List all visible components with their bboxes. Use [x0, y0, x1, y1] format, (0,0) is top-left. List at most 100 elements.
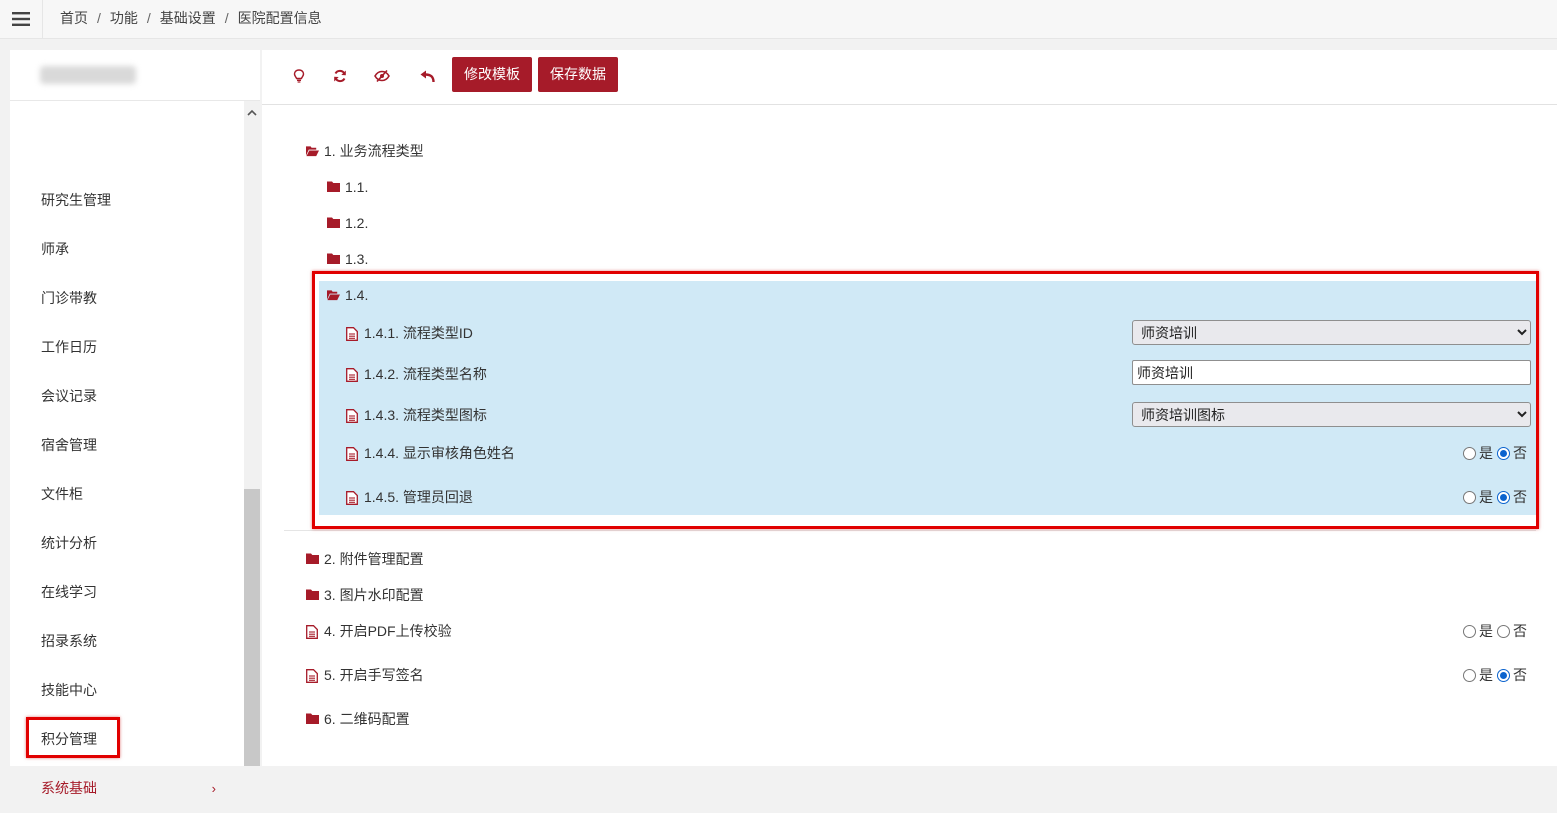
- file-icon: [306, 624, 319, 639]
- tree-node-label: 1.4.4. 显示审核角色姓名: [364, 445, 515, 461]
- radio-no-label: 否: [1513, 623, 1527, 639]
- tree-node-1-1[interactable]: 1.1.: [327, 176, 368, 198]
- hint-button[interactable]: [288, 65, 310, 87]
- radio-no-label: 否: [1513, 667, 1527, 683]
- sidebar-item-dormitory[interactable]: 宿舍管理: [10, 421, 244, 470]
- tree-node-label: 1.2.: [345, 215, 369, 231]
- folder-icon: [306, 589, 319, 602]
- radio-yes[interactable]: [1463, 490, 1476, 504]
- radio-no[interactable]: [1497, 668, 1510, 682]
- scroll-up-arrow[interactable]: [244, 105, 260, 119]
- tree-node-admin-rollback: 1.4.5. 管理员回退: [346, 486, 473, 508]
- tree-node-label: 6. 二维码配置: [324, 711, 410, 727]
- file-icon: [306, 668, 319, 683]
- tree-node-1-4[interactable]: 1.4.: [327, 284, 368, 306]
- tree-node-label: 5. 开启手写签名: [324, 667, 424, 683]
- process-type-name-input[interactable]: [1132, 360, 1531, 385]
- sidebar-menu: 研究生管理 师承 门诊带教 工作日历 会议记录 宿舍管理 文件柜 统计分析 在线…: [10, 101, 244, 796]
- tree-node-label: 1.4.3. 流程类型图标: [364, 407, 487, 423]
- folder-icon: [306, 553, 319, 566]
- edit-template-button[interactable]: 修改模板: [452, 57, 532, 92]
- hamburger-icon: [12, 12, 30, 26]
- tree-node-label: 4. 开启PDF上传校验: [324, 623, 452, 639]
- file-icon: [346, 446, 359, 461]
- breadcrumb-separator: /: [224, 10, 229, 26]
- radio-no[interactable]: [1497, 490, 1510, 504]
- tree-node-qrcode-config[interactable]: 6. 二维码配置: [306, 708, 410, 730]
- sidebar-item-label: 系统基础: [41, 780, 97, 796]
- file-icon: [346, 367, 359, 382]
- radio-yes-label: 是: [1479, 623, 1493, 639]
- tree-node-business-process-types[interactable]: 1. 业务流程类型: [306, 140, 424, 162]
- tree-node-label: 1.4.2. 流程类型名称: [364, 366, 487, 382]
- breadcrumb-basic-settings[interactable]: 基础设置: [160, 10, 216, 26]
- sidebar-item-work-calendar[interactable]: 工作日历: [10, 323, 244, 372]
- breadcrumb: 首页 / 功能 / 基础设置 / 医院配置信息: [60, 0, 322, 36]
- radio-no-label: 否: [1513, 445, 1527, 461]
- radio-no[interactable]: [1497, 624, 1510, 638]
- undo-icon: [420, 70, 435, 82]
- menu-toggle-button[interactable]: [0, 0, 43, 38]
- tree-node-label: 1.4.: [345, 287, 369, 303]
- radio-yes[interactable]: [1463, 446, 1476, 460]
- process-type-id-select[interactable]: 师资培训: [1132, 320, 1531, 345]
- breadcrumb-home[interactable]: 首页: [60, 10, 88, 26]
- undo-button[interactable]: [416, 65, 438, 87]
- admin-rollback-radio-group: 是 否: [1463, 486, 1531, 508]
- sidebar-item-clinic-teaching[interactable]: 门诊带教: [10, 274, 244, 323]
- lightbulb-icon: [293, 69, 305, 83]
- tree-node-process-type-id: 1.4.1. 流程类型ID: [346, 322, 473, 344]
- refresh-button[interactable]: [329, 65, 351, 87]
- file-icon: [346, 326, 359, 341]
- chevron-right-icon: ›: [211, 781, 216, 796]
- radio-yes[interactable]: [1463, 624, 1476, 638]
- sidebar-item-file-cabinet[interactable]: 文件柜: [10, 470, 244, 519]
- tree-node-1-2[interactable]: 1.2.: [327, 212, 368, 234]
- handwritten-signature-radio-group: 是 否: [1463, 664, 1531, 686]
- refresh-icon: [334, 69, 346, 83]
- tree-node-handwritten-signature: 5. 开启手写签名: [306, 664, 424, 686]
- tree-node-label: 2. 附件管理配置: [324, 551, 424, 567]
- tree-node-process-type-icon: 1.4.3. 流程类型图标: [346, 404, 487, 426]
- radio-no-label: 否: [1513, 489, 1527, 505]
- radio-yes-label: 是: [1479, 489, 1493, 505]
- scroll-thumb[interactable]: [244, 489, 260, 766]
- tree-node-label: 1.3.: [345, 251, 369, 267]
- sidebar-item-online-learning[interactable]: 在线学习: [10, 568, 244, 617]
- breadcrumb-current: 医院配置信息: [237, 10, 322, 26]
- sidebar-scrollbar[interactable]: [244, 101, 260, 766]
- process-type-icon-select[interactable]: 师资培训图标: [1132, 402, 1531, 427]
- sidebar-item-skills-center[interactable]: 技能中心: [10, 666, 244, 715]
- sidebar-item-statistics[interactable]: 统计分析: [10, 519, 244, 568]
- folder-icon: [327, 253, 340, 266]
- sidebar-item-system-basics[interactable]: 系统基础 ›: [10, 764, 244, 813]
- breadcrumb-separator: /: [97, 10, 101, 26]
- radio-no[interactable]: [1497, 446, 1510, 460]
- folder-icon: [327, 217, 340, 230]
- eye-slash-icon: [374, 69, 390, 83]
- tree-node-pdf-upload-check: 4. 开启PDF上传校验: [306, 620, 452, 642]
- sidebar-item-recruitment[interactable]: 招录系统: [10, 617, 244, 666]
- radio-yes-label: 是: [1479, 445, 1493, 461]
- tree-node-label: 1.1.: [345, 179, 369, 195]
- tree-node-attachment-config[interactable]: 2. 附件管理配置: [306, 548, 424, 570]
- sidebar-item-meeting-records[interactable]: 会议记录: [10, 372, 244, 421]
- tree-node-1-3[interactable]: 1.3.: [327, 248, 368, 270]
- divider: [284, 530, 1536, 531]
- top-bar: 首页 / 功能 / 基础设置 / 医院配置信息: [0, 0, 1557, 39]
- tree-node-watermark-config[interactable]: 3. 图片水印配置: [306, 584, 424, 606]
- folder-icon: [327, 181, 340, 194]
- save-data-button[interactable]: 保存数据: [538, 57, 618, 92]
- tree-node-label: 3. 图片水印配置: [324, 587, 424, 603]
- radio-yes[interactable]: [1463, 668, 1476, 682]
- breadcrumb-function[interactable]: 功能: [110, 10, 138, 26]
- folder-icon: [306, 713, 319, 726]
- sidebar: 研究生管理 师承 门诊带教 工作日历 会议记录 宿舍管理 文件柜 统计分析 在线…: [10, 50, 260, 796]
- breadcrumb-separator: /: [146, 10, 151, 26]
- config-panel: 修改模板 保存数据 1. 业务流程类型 1.1. 1.2. 1.3. 1.4.: [262, 50, 1557, 766]
- tree-node-show-reviewer-name: 1.4.4. 显示审核角色姓名: [346, 442, 515, 464]
- toggle-visibility-button[interactable]: [371, 65, 393, 87]
- sidebar-item-points[interactable]: 积分管理: [10, 715, 244, 764]
- sidebar-item-graduate-management[interactable]: 研究生管理: [10, 176, 244, 225]
- sidebar-item-mentorship[interactable]: 师承: [10, 225, 244, 274]
